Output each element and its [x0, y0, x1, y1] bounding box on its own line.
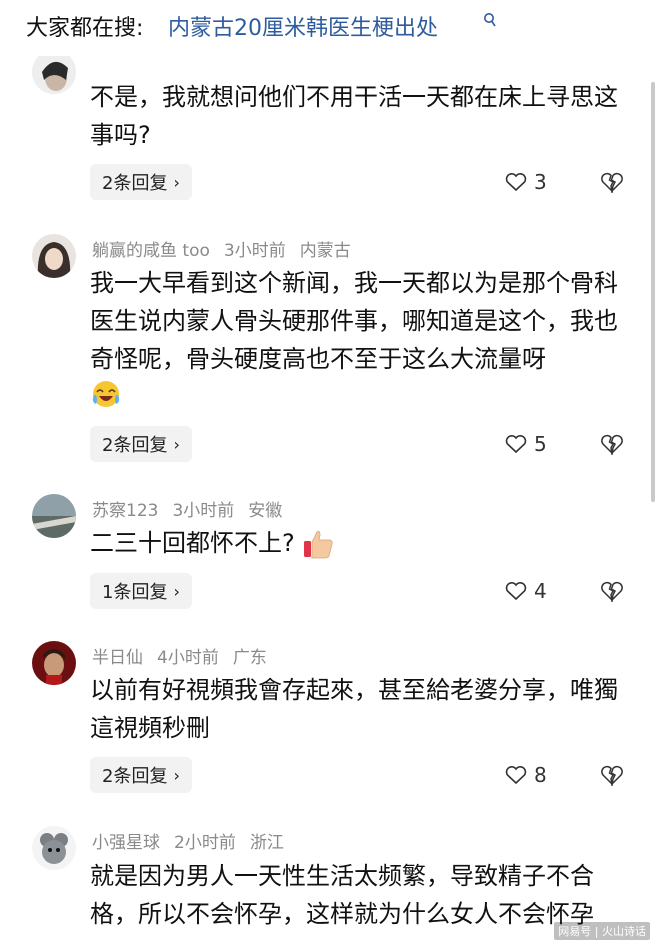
- comment-text: 就是因为男人一天性生活太频繁，导致精子不合格，所以不会怀孕，这样就为什么女人不会…: [90, 862, 594, 928]
- search-query-link[interactable]: 内蒙古20厘米韩医生梗出处: [168, 10, 438, 42]
- avatar[interactable]: [32, 50, 76, 94]
- avatar[interactable]: [32, 826, 76, 870]
- comment-text: 不是，我就想问他们不用干活一天都在床上寻思这事吗?: [90, 83, 618, 149]
- view-replies-button[interactable]: 2条回复 ›: [90, 426, 192, 462]
- thumbs-up-emoji-icon: [304, 531, 334, 559]
- broken-heart-icon[interactable]: [600, 433, 624, 455]
- heart-icon[interactable]: [505, 765, 527, 785]
- laughing-crying-emoji-icon: [92, 381, 120, 407]
- chevron-right-icon: ›: [173, 765, 180, 785]
- username[interactable]: 苏察123: [92, 501, 158, 521]
- timestamp: 3小时前: [223, 241, 286, 261]
- username[interactable]: 小强星球: [92, 833, 160, 853]
- heart-icon[interactable]: [505, 581, 527, 601]
- timestamp: 2小时前: [174, 833, 236, 853]
- like-count: 4: [534, 579, 547, 603]
- search-icon[interactable]: [483, 12, 497, 30]
- avatar[interactable]: [32, 494, 76, 538]
- search-bar: 大家都在搜: 内蒙古20厘米韩医生梗出处: [0, 0, 660, 56]
- comment-text-content: 二三十回都怀不上?: [90, 529, 295, 557]
- comment-text: 二三十回都怀不上?: [90, 524, 635, 562]
- timestamp: 4小时前: [157, 648, 219, 668]
- watermark: 网易号 | 火山诗话: [554, 922, 650, 940]
- broken-heart-icon[interactable]: [600, 171, 624, 193]
- avatar[interactable]: [32, 234, 76, 278]
- replies-label: 1条回复: [102, 582, 168, 603]
- username[interactable]: 半日仙: [92, 648, 143, 668]
- location: 安徽: [248, 501, 283, 521]
- chevron-right-icon: ›: [173, 581, 180, 601]
- view-replies-button[interactable]: 1条回复 ›: [90, 573, 192, 609]
- location: 浙江: [249, 833, 284, 853]
- like-count: 3: [534, 170, 547, 194]
- username[interactable]: 躺赢的咸鱼 too: [92, 241, 210, 261]
- avatar[interactable]: [32, 641, 76, 685]
- view-replies-button[interactable]: 2条回复 ›: [90, 757, 192, 793]
- heart-icon[interactable]: [505, 172, 527, 192]
- view-replies-button[interactable]: 2条回复 ›: [90, 164, 192, 200]
- broken-heart-icon[interactable]: [600, 580, 624, 602]
- location: 内蒙古: [299, 241, 351, 261]
- location: 广东: [232, 648, 267, 668]
- scrollbar[interactable]: [651, 82, 655, 502]
- heart-icon[interactable]: [505, 434, 527, 454]
- replies-label: 2条回复: [102, 766, 168, 787]
- comment-meta: 半日仙 4小时前 广东: [92, 643, 281, 668]
- timestamp: 3小时前: [172, 501, 235, 521]
- comment-text: 以前有好視頻我會存起來，甚至給老婆分享，唯獨這視頻秒刪: [90, 676, 618, 742]
- chevron-right-icon: ›: [173, 172, 180, 192]
- replies-label: 2条回复: [102, 173, 168, 194]
- comment-meta: 躺赢的咸鱼 too 3小时前 内蒙古: [92, 236, 365, 261]
- broken-heart-icon[interactable]: [600, 764, 624, 786]
- chevron-right-icon: ›: [173, 434, 180, 454]
- replies-label: 2条回复: [102, 435, 168, 456]
- comment-text: 我一大早看到这个新闻，我一天都以为是那个骨科医生说内蒙人骨头硬那件事，哪知道是这…: [90, 269, 618, 373]
- like-count: 5: [534, 432, 547, 456]
- comment-meta: 苏察123 3小时前 安徽: [92, 496, 296, 521]
- search-label: 大家都在搜:: [26, 16, 144, 41]
- like-count: 8: [534, 763, 547, 787]
- comment-meta: 小强星球 2小时前 浙江: [92, 828, 298, 853]
